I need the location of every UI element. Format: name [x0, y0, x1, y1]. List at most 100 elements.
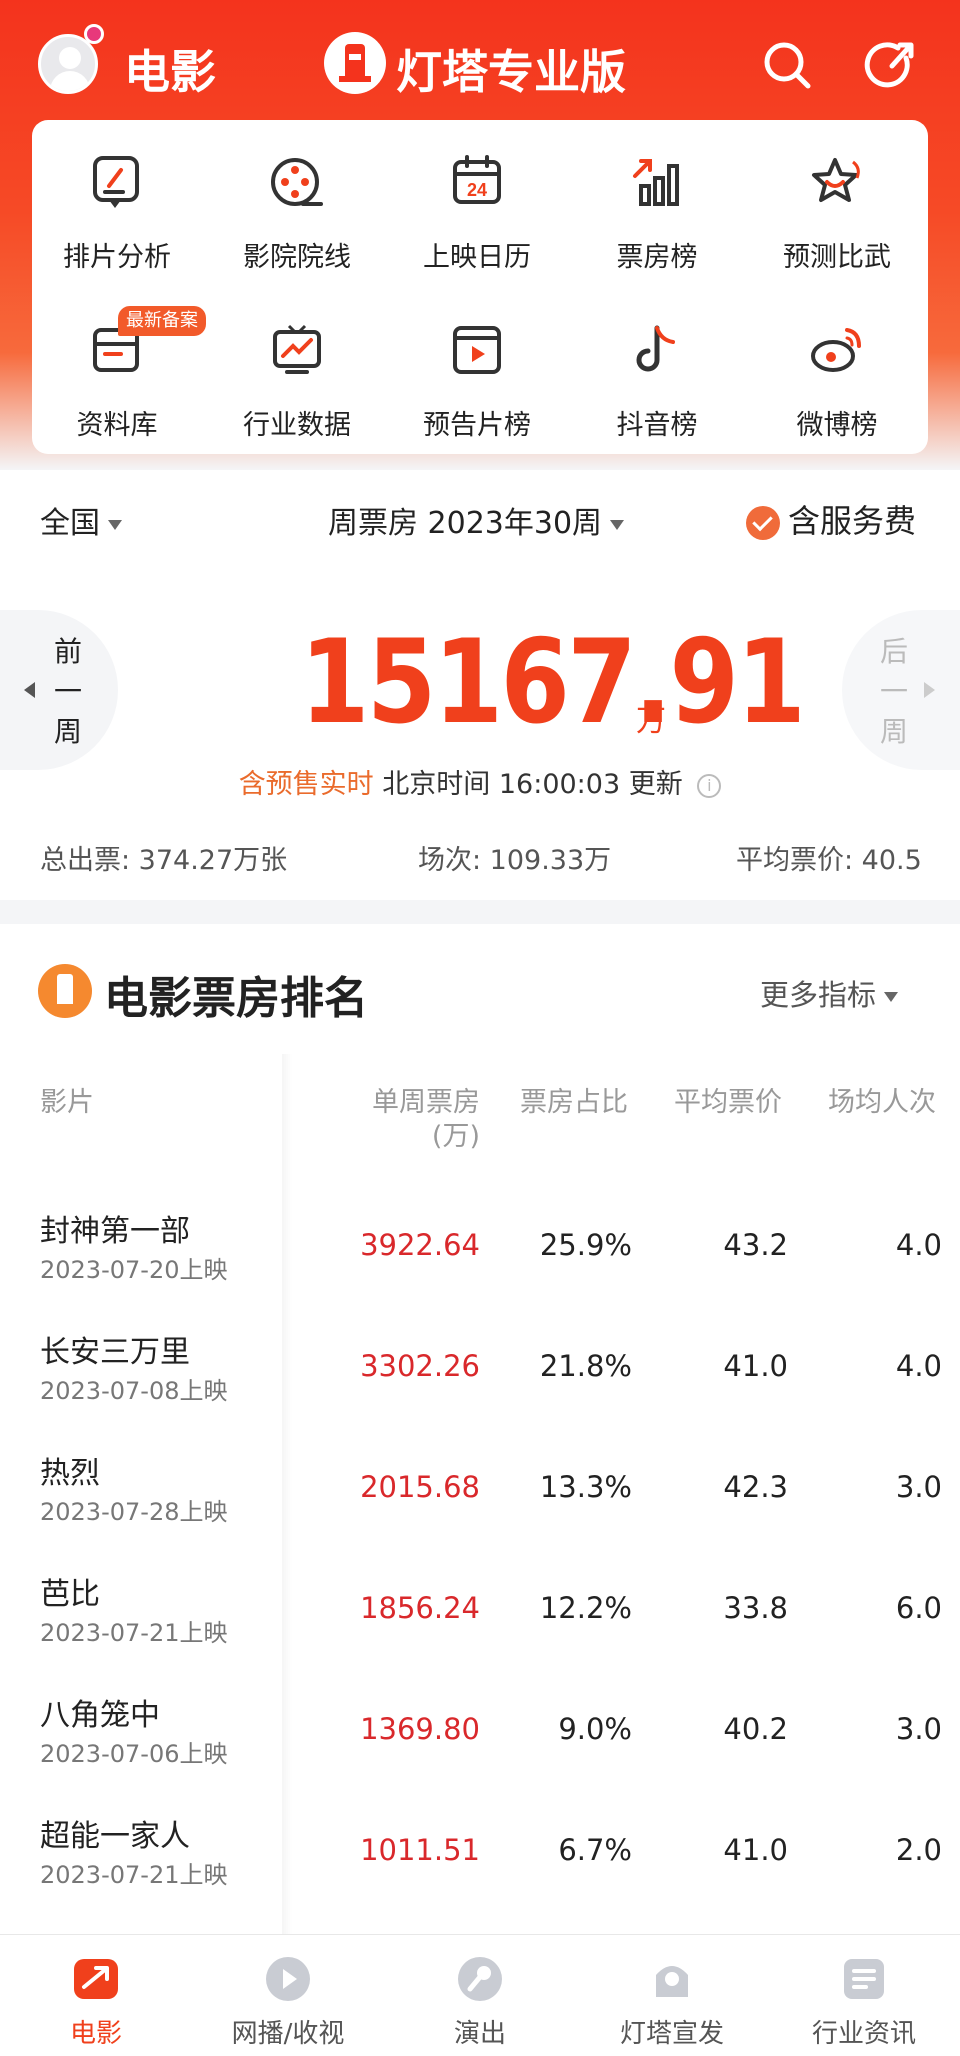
tab-shows[interactable]: 演出 — [384, 1935, 576, 2056]
avg-price: 33.8 — [723, 1591, 788, 1625]
menu-label: 排片分析 — [63, 242, 171, 273]
col-header-share[interactable]: 票房占比 — [520, 1086, 628, 1120]
avg-price: 42.3 — [723, 1470, 788, 1504]
release-date: 2023-07-28上映 — [40, 1498, 228, 1526]
more-metrics-button[interactable]: 更多指标 — [760, 972, 899, 1014]
menu-trailer-chart[interactable]: 预告片榜 — [392, 306, 562, 441]
notification-dot — [84, 24, 104, 44]
weibo-icon — [807, 320, 867, 380]
schedule-analysis-icon — [87, 152, 147, 212]
film-name: 八角笼中 — [40, 1698, 160, 1733]
page-title[interactable]: 电影 — [124, 36, 216, 102]
menu-label: 微博榜 — [796, 410, 878, 441]
tab-streaming[interactable]: 网播/收视 — [192, 1935, 384, 2056]
avg-price: 41.0 — [723, 1349, 788, 1383]
table-row[interactable]: 芭比 2023-07-21上映 1856.24 12.2% 33.8 6.0 — [0, 1569, 960, 1689]
menu-forecast[interactable]: 预测比武 — [752, 138, 922, 273]
table-row[interactable]: 长安三万里 2023-07-08上映 3302.26 21.8% 41.0 4.… — [0, 1327, 960, 1447]
col-header-per-show[interactable]: 场均人次 — [828, 1086, 936, 1120]
tab-movies[interactable]: 电影 — [0, 1935, 192, 2056]
weekly-gross: 1011.51 — [360, 1833, 480, 1867]
weekly-gross: 3922.64 — [360, 1228, 480, 1262]
bottom-nav: 电影 网播/收视 演出 灯塔宣发 行业资讯 — [0, 1934, 960, 2056]
tab-news[interactable]: 行业资讯 — [768, 1935, 960, 2056]
header: 电影 灯塔专业版 排片分析 影院院线 24 上映日历 票房榜 预测比武 最新备案… — [0, 0, 960, 470]
menu-label: 上映日历 — [423, 242, 531, 273]
release-date: 2023-07-08上映 — [40, 1377, 228, 1405]
per-show-viewers: 3.0 — [895, 1470, 942, 1504]
film-name: 热烈 — [40, 1456, 100, 1491]
table-row[interactable]: 热烈 2023-07-28上映 2015.68 13.3% 42.3 3.0 — [0, 1448, 960, 1568]
total-box-office: 15167.91 — [300, 615, 806, 750]
next-week-button[interactable]: 后一周 — [842, 610, 960, 770]
box-office-summary: 全国 周票房 2023年30周 含服务费 前一周 15167.91 万 后一周 … — [0, 470, 960, 900]
gross-share: 13.3% — [539, 1470, 632, 1504]
quick-menu: 排片分析 影院院线 24 上映日历 票房榜 预测比武 最新备案 资料库 行业数据 — [32, 120, 928, 454]
weekly-gross: 1856.24 — [360, 1591, 480, 1625]
col-header-film: 影片 — [40, 1087, 94, 1118]
bar-chart-icon — [627, 152, 687, 212]
col-header-avg-price[interactable]: 平均票价 — [674, 1086, 782, 1120]
release-date: 2023-07-21上映 — [40, 1861, 228, 1889]
table-row[interactable]: 封神第一部 2023-07-20上映 3922.64 25.9% 43.2 4.… — [0, 1206, 960, 1326]
gross-share: 9.0% — [558, 1712, 632, 1746]
microphone-icon — [456, 1955, 504, 2003]
total-shows: 场次: 109.33万 — [418, 845, 612, 876]
top-bar: 电影 灯塔专业版 — [0, 24, 960, 100]
calendar-icon: 24 — [447, 152, 507, 212]
region-selector[interactable]: 全国 — [40, 498, 122, 542]
prev-week-button[interactable]: 前一周 — [0, 610, 118, 770]
release-date: 2023-07-06上映 — [40, 1740, 228, 1768]
menu-schedule-analysis[interactable]: 排片分析 — [32, 138, 202, 273]
table-row[interactable]: 超能一家人 2023-07-21上映 1011.51 6.7% 41.0 2.0 — [0, 1811, 960, 1931]
menu-label: 抖音榜 — [616, 410, 698, 441]
film-name: 芭比 — [40, 1577, 100, 1612]
per-show-viewers: 6.0 — [895, 1591, 942, 1625]
film-reel-icon — [267, 152, 327, 212]
chevron-down-icon — [610, 519, 625, 530]
box-office-ranking: 电影票房排名 更多指标 影片 单周票房 (万) 票房占比 平均票价 场均人次 封神… — [0, 924, 960, 1934]
menu-box-office-chart[interactable]: 票房榜 — [572, 138, 742, 273]
gross-share: 21.8% — [539, 1349, 632, 1383]
release-date: 2023-07-20上映 — [40, 1256, 228, 1284]
lighthouse-icon — [38, 964, 92, 1018]
trailer-play-icon — [447, 320, 507, 380]
menu-database[interactable]: 最新备案 资料库 — [32, 306, 206, 441]
menu-label: 预测比武 — [783, 242, 891, 273]
menu-label: 影院院线 — [243, 242, 351, 273]
chevron-left-icon — [24, 682, 35, 698]
brand-name: 灯塔专业版 — [396, 45, 626, 99]
play-icon — [264, 1955, 312, 2003]
menu-douyin-chart[interactable]: 抖音榜 — [572, 306, 742, 441]
table-row[interactable]: 八角笼中 2023-07-06上映 1369.80 9.0% 40.2 3.0 — [0, 1690, 960, 1810]
col-header-gross[interactable]: 单周票房 (万) — [366, 1086, 480, 1154]
star-predict-icon — [807, 152, 867, 212]
gross-share: 6.7% — [558, 1833, 632, 1867]
service-fee-toggle[interactable]: 含服务费 — [746, 496, 916, 542]
tab-promotion[interactable]: 灯塔宣发 — [576, 1935, 768, 2056]
menu-industry-data[interactable]: 行业数据 — [212, 306, 382, 441]
avg-price: 40.2 — [723, 1712, 788, 1746]
avg-price: 43.2 — [723, 1228, 788, 1262]
film-name: 超能一家人 — [40, 1819, 190, 1854]
search-icon[interactable] — [758, 36, 816, 94]
period-selector[interactable]: 周票房 2023年30周 — [328, 498, 625, 542]
weekly-gross: 3302.26 — [360, 1349, 480, 1383]
menu-label: 预告片榜 — [423, 410, 531, 441]
menu-release-calendar[interactable]: 24 上映日历 — [392, 138, 562, 273]
menu-weibo-chart[interactable]: 微博榜 — [752, 306, 922, 441]
section-title: 电影票房排名 — [104, 973, 368, 1024]
chevron-right-icon — [924, 682, 935, 698]
per-show-viewers: 4.0 — [895, 1349, 942, 1383]
info-icon[interactable]: i — [697, 773, 722, 798]
checkmark-icon — [746, 506, 780, 540]
weekly-gross: 1369.80 — [360, 1712, 480, 1746]
chevron-down-icon — [108, 519, 122, 530]
menu-label: 资料库 — [76, 410, 158, 441]
share-icon[interactable] — [862, 36, 920, 94]
weekly-gross: 2015.68 — [360, 1470, 480, 1504]
menu-cinemas[interactable]: 影院院线 — [212, 138, 382, 273]
chevron-down-icon — [884, 992, 899, 1002]
update-info: 含预售实时 北京时间 16:00:03 更新 i — [0, 762, 960, 801]
per-show-viewers: 2.0 — [895, 1833, 942, 1867]
